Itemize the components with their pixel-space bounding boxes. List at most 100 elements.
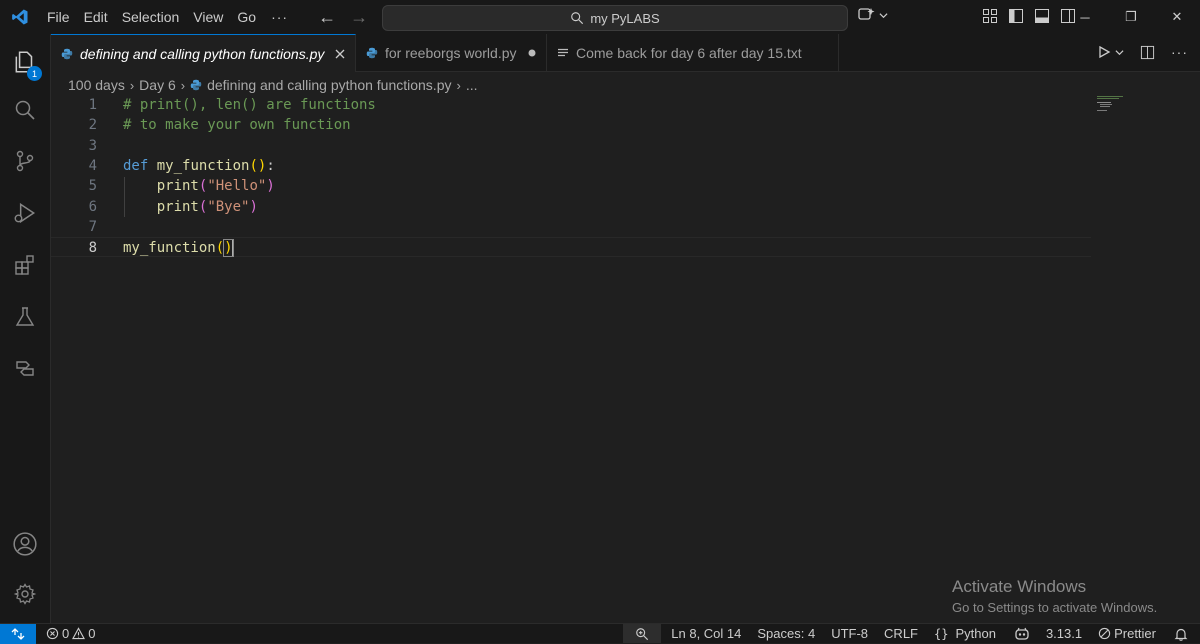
tab-label: for reeborgs world.py [385,44,517,61]
tab-for-reeborgs-world[interactable]: for reeborgs world.py [356,34,547,71]
breadcrumb-file[interactable]: defining and calling python functions.py [207,77,451,93]
line-number: 3 [88,137,97,154]
python-icon [190,79,202,91]
copilot-button[interactable] [858,7,888,23]
code-token: "Hello" [207,178,267,195]
code-line[interactable]: 3 [51,136,1091,156]
notifications-bell-icon[interactable] [1168,627,1194,641]
copilot-sparkle-icon [858,7,876,23]
run-python-file-icon[interactable] [1097,45,1111,59]
restore-icon[interactable]: ❐ [1108,0,1154,34]
copilot-status-icon[interactable] [1008,627,1036,641]
encoding[interactable]: UTF-8 [825,626,874,641]
code-text[interactable]: # to make your own function [123,115,351,135]
minimap[interactable] [1097,96,1127,114]
code-token: # print(), len() are functions [123,97,376,113]
breadcrumb-folder-day-6[interactable]: Day 6 [139,77,176,93]
command-center-label: my PyLABS [590,10,660,26]
code-token: my_function [156,157,250,174]
breadcrumb-folder-100-days[interactable]: 100 days [68,77,125,93]
language-mode[interactable]: {} Python [928,626,1002,641]
forward-arrow-icon[interactable]: → [350,7,368,28]
line-number: 1 [88,97,97,113]
toggle-panel-icon[interactable] [1034,8,1050,24]
zoom-indicator[interactable] [623,624,662,643]
close-tab-icon[interactable] [334,48,346,60]
code-token: ) [249,198,258,215]
code-text[interactable]: def my_function(): [123,156,275,176]
menu-more-button[interactable]: ··· [263,9,296,25]
extensions-icon[interactable] [0,241,50,289]
breadcrumb: 100 days › Day 6 › defining and calling … [68,75,478,95]
testing-icon[interactable] [0,293,50,341]
close-window-icon[interactable]: ✕ [1154,0,1200,34]
menu-view[interactable]: View [186,0,230,34]
source-control-icon[interactable] [0,137,50,185]
line-number: 4 [88,157,97,174]
chevron-down-icon [879,11,888,20]
code-line[interactable]: 8 my_function() [51,237,1091,258]
code-text[interactable]: print("Bye") [123,197,258,217]
code-text[interactable]: print("Hello") [123,176,275,196]
search-view-icon[interactable] [0,86,50,134]
python-icon [61,48,73,60]
breadcrumb-symbols[interactable]: ... [466,77,478,93]
code-line[interactable]: 2 # to make your own function [51,115,1091,135]
code-token: def [123,157,149,174]
tab-label: defining and calling python functions.py [80,45,325,62]
status-bar: 0 0 Ln 8, Col 14 Spaces: 4 UTF-8 CRLF {}… [0,623,1200,644]
back-arrow-icon[interactable]: ← [318,7,336,28]
code-editor[interactable]: 1 # print(), len() are functions 2 # to mak… [51,95,1200,623]
toggle-primary-sidebar-icon[interactable] [1008,8,1024,24]
code-line[interactable]: 1 # print(), len() are functions [51,95,1091,115]
activate-windows-watermark: Activate Windows Go to Settings to activ… [952,577,1157,615]
remote-icon [11,627,25,640]
more-actions-icon[interactable]: ··· [1171,44,1188,60]
explorer-badge: 1 [27,66,42,81]
code-token: ( [215,240,225,257]
minimize-icon[interactable]: ─ [1062,0,1108,34]
text-file-icon [557,47,569,59]
manage-gear-icon[interactable] [0,570,50,618]
code-text[interactable]: # print(), len() are functions [123,95,376,115]
chevron-right-icon: › [180,77,186,93]
cursor-position[interactable]: Ln 8, Col 14 [665,626,747,641]
menu-go[interactable]: Go [230,0,263,34]
line-number: 6 [88,198,97,215]
command-center-search[interactable]: my PyLABS [382,5,848,31]
code-token: my_function [123,240,216,257]
remote-window-button[interactable] [0,623,36,644]
menu-file[interactable]: File [40,0,77,34]
unsaved-dot-icon[interactable] [527,48,537,58]
watermark-subtitle: Go to Settings to activate Windows. [952,600,1158,615]
problems-status[interactable]: 0 0 [40,626,101,641]
run-debug-icon[interactable] [0,189,50,237]
account-icon[interactable] [0,520,50,568]
text-cursor [231,239,234,258]
remote-explorer-icon[interactable] [0,344,50,392]
indentation[interactable]: Spaces: 4 [751,626,821,641]
code-line[interactable]: 6 print("Bye") [51,197,1091,217]
tab-come-back-for-day-6[interactable]: Come back for day 6 after day 15.txt [547,34,839,71]
split-editor-icon[interactable] [1140,45,1155,60]
run-options-chevron-icon[interactable] [1115,48,1124,57]
menu-selection[interactable]: Selection [115,0,187,34]
prettier-check-icon [1098,627,1111,640]
code-token: () [249,157,267,174]
explorer-icon[interactable]: 1 [0,38,50,86]
code-text[interactable]: my_function() [123,238,234,258]
line-number: 2 [88,117,97,134]
code-line[interactable]: 4 def my_function(): [51,156,1091,176]
menu-edit[interactable]: Edit [77,0,115,34]
customize-layout-icon[interactable] [982,8,998,24]
python-icon [366,47,378,59]
python-interpreter[interactable]: 3.13.1 [1040,626,1088,641]
tab-defining-and-calling-python-functions[interactable]: defining and calling python functions.py [51,34,356,72]
code-line[interactable]: 7 [51,217,1091,237]
code-token: print [156,198,199,215]
code-line[interactable]: 5 print("Hello") [51,176,1091,196]
end-of-line[interactable]: CRLF [878,626,924,641]
error-icon [46,627,59,640]
prettier-status[interactable]: Prettier [1092,626,1162,641]
